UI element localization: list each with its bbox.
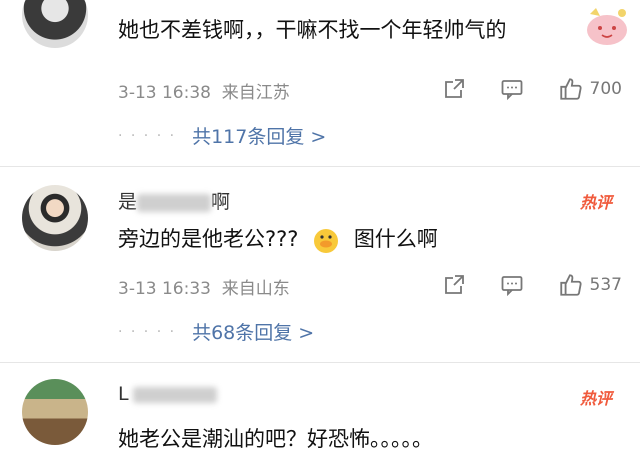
like-count: 700 (589, 79, 622, 99)
dots-divider: · · · · · (118, 127, 177, 144)
hot-badge: 热评 (579, 193, 612, 212)
replies-link[interactable]: · · · · · 共117条回复 > (118, 122, 326, 149)
avatar[interactable] (22, 185, 88, 251)
comment-text-before: 旁边的是他老公??? (118, 227, 299, 251)
comment-location: 来自江苏 (221, 83, 290, 103)
username-end: 啊 (211, 191, 231, 213)
comment-icon (501, 276, 522, 297)
sticker-image (587, 8, 627, 45)
comment-text: 她老公是潮汕的吧？好恐怖。。。。。 (118, 427, 433, 451)
replies-label: 共117条回复 > (192, 126, 327, 148)
dots-divider: · · · · · (118, 323, 177, 340)
comment-2: 是啊 热评 旁边的是他老公??? 图什么啊 3-13 16:33 来自山东 53… (0, 167, 640, 363)
username-start: L (118, 383, 129, 405)
share-button[interactable] (442, 77, 466, 101)
username-start: 是 (118, 191, 138, 213)
blurred-name (137, 193, 212, 212)
reply-button[interactable] (500, 77, 524, 101)
like-count: 537 (589, 275, 622, 295)
blurred-name (132, 386, 217, 403)
comment-meta: 3-13 16:33 来自山东 (118, 274, 290, 299)
avatar[interactable] (22, 0, 88, 48)
comment-text: 她也不差钱啊，，干嘛不找一个年轻帅气的 (118, 18, 507, 42)
thumbs-up-icon (559, 78, 582, 100)
comment-text: 旁边的是他老公??? 图什么啊 (118, 223, 438, 255)
comment-actions: 700 (408, 76, 622, 102)
share-button[interactable] (442, 273, 466, 297)
like-button[interactable]: 700 (558, 76, 622, 102)
hot-badge: 热评 (579, 389, 612, 408)
comment-time: 3-13 16:33 (118, 279, 211, 299)
comment-3: L 热评 她老公是潮汕的吧？好恐怖。。。。。 (0, 363, 640, 466)
like-button[interactable]: 537 (558, 272, 622, 298)
share-icon (444, 275, 464, 294)
comment-text-after: 图什么啊 (353, 227, 438, 251)
comment-location: 来自山东 (221, 279, 290, 299)
reply-button[interactable] (500, 273, 524, 297)
comment-icon (501, 80, 522, 101)
replies-label: 共68条回复 > (192, 322, 315, 344)
avatar[interactable] (22, 379, 88, 445)
thumbs-up-icon (559, 274, 582, 296)
comment-actions: 537 (408, 272, 622, 298)
username[interactable]: 是啊 (118, 187, 230, 214)
comment-1: 她也不差钱啊，，干嘛不找一个年轻帅气的 3-13 16:38 来自江苏 700 … (0, 0, 640, 150)
duck-emoji-icon (314, 229, 339, 253)
username[interactable]: L (118, 383, 217, 405)
comment-time: 3-13 16:38 (118, 83, 211, 103)
share-icon (444, 79, 464, 98)
replies-link[interactable]: · · · · · 共68条回复 > (118, 318, 314, 345)
comment-meta: 3-13 16:38 来自江苏 (118, 78, 290, 103)
